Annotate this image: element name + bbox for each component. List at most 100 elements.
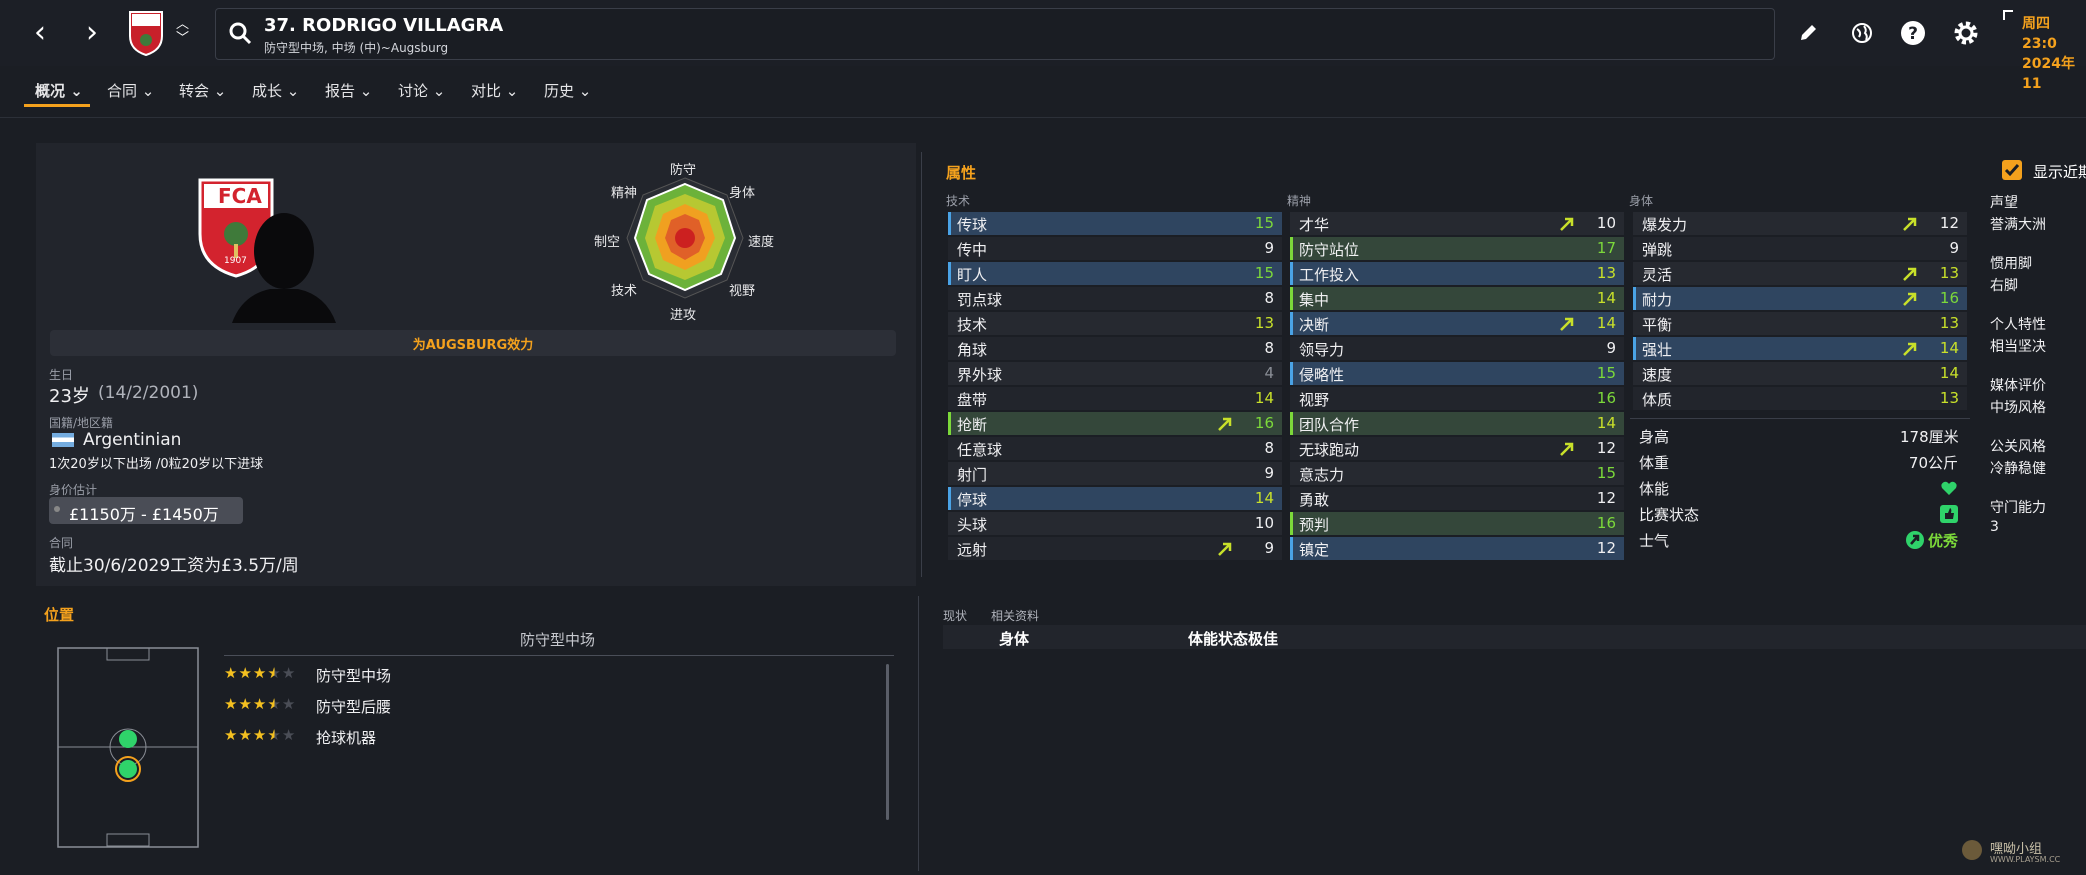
attribute-row[interactable]: 镇定 12 <box>1290 537 1624 560</box>
attribute-row[interactable]: 视野 16 <box>1290 387 1624 410</box>
mental-header: 精神 <box>1287 194 1312 208</box>
attribute-value: 12 <box>1596 489 1616 507</box>
attribute-row-bg <box>1633 362 1967 385</box>
attribute-row[interactable]: 爆发力 12 <box>1633 212 1967 235</box>
attribute-row[interactable]: 角球 8 <box>948 337 1282 360</box>
attribute-row[interactable]: 无球跑动 12 <box>1290 437 1624 460</box>
attribute-value: 10 <box>1254 514 1274 532</box>
attribute-highlight-bar <box>1290 287 1293 310</box>
tab-history[interactable]: 历史 ⌄ <box>544 80 591 101</box>
radar-label-mental: 精神 <box>611 186 638 201</box>
attribute-row[interactable]: 抢断 16 <box>948 412 1282 435</box>
show-recent-checkbox[interactable] <box>2002 160 2022 180</box>
settings-icon[interactable] <box>1951 18 1981 48</box>
attribute-row[interactable]: 决断 14 <box>1290 312 1624 335</box>
attribute-row[interactable]: 传球 15 <box>948 212 1282 235</box>
edit-icon[interactable] <box>1793 18 1823 48</box>
tab-overview[interactable]: 概况 ⌄ <box>35 80 83 101</box>
side-info-value: 冷静稳健 <box>1990 461 2046 477</box>
attribute-row[interactable]: 盘带 14 <box>948 387 1282 410</box>
status-header-row <box>943 625 2086 649</box>
back-icon[interactable]: ‹ <box>28 18 52 48</box>
attribute-value: 9 <box>1949 239 1959 257</box>
globe-icon[interactable] <box>1847 18 1877 48</box>
tab-reports[interactable]: 报告 ⌄ <box>325 80 372 101</box>
pitch-diagram <box>57 647 199 848</box>
attribute-row[interactable]: 勇敢 12 <box>1290 487 1624 510</box>
attribute-highlight-bar <box>1290 362 1293 385</box>
attribute-row[interactable]: 侵略性 15 <box>1290 362 1624 385</box>
position-row[interactable]: ★★★★★ 抢球机器 <box>224 726 524 748</box>
position-title: 位置 <box>44 606 75 624</box>
tab-transfer[interactable]: 转会 ⌄ <box>179 80 226 101</box>
attribute-row[interactable]: 团队合作 14 <box>1290 412 1624 435</box>
plays-for-text: 为AUGSBURG效力 <box>412 338 534 353</box>
attribute-row[interactable]: 停球 14 <box>948 487 1282 510</box>
attribute-row-bg <box>948 512 1282 535</box>
attribute-row[interactable]: 意志力 15 <box>1290 462 1624 485</box>
position-scrollbar[interactable] <box>886 664 889 820</box>
attribute-row-bg <box>1290 537 1624 560</box>
attribute-row[interactable]: 射门 9 <box>948 462 1282 485</box>
search-bar[interactable]: 37. RODRIGO VILLAGRA 防守型中场, 中场 (中)~Augsb… <box>215 8 1775 60</box>
status-tab-current[interactable]: 现状 <box>943 607 967 624</box>
help-icon[interactable]: ? <box>1898 18 1928 48</box>
club-badge[interactable] <box>128 10 164 57</box>
trend-up-arrow-icon <box>1560 216 1574 231</box>
attribute-row[interactable]: 任意球 8 <box>948 437 1282 460</box>
value-pill[interactable]: £1150万 - £1450万 <box>49 497 243 524</box>
attribute-row[interactable]: 才华 10 <box>1290 212 1624 235</box>
radar-label-aerial: 制空 <box>594 235 621 250</box>
player-title: 37. RODRIGO VILLAGRA <box>264 15 504 36</box>
attribute-row[interactable]: 罚点球 8 <box>948 287 1282 310</box>
status-tab-related[interactable]: 相关资料 <box>991 607 1039 624</box>
trend-up-arrow-icon <box>1903 266 1917 281</box>
attribute-row[interactable]: 强壮 14 <box>1633 337 1967 360</box>
side-info-value: 相当坚决 <box>1990 339 2046 355</box>
attribute-row[interactable]: 耐力 16 <box>1633 287 1967 310</box>
trend-up-arrow-icon <box>1218 416 1232 431</box>
info-label: 比赛状态 <box>1639 506 1700 524</box>
attribute-name: 领导力 <box>1299 341 1345 359</box>
attribute-value: 16 <box>1596 514 1616 532</box>
attribute-name: 盘带 <box>957 391 988 409</box>
attribute-highlight-bar <box>1290 537 1293 560</box>
attribute-value: 14 <box>1939 364 1959 382</box>
attribute-name: 集中 <box>1299 291 1330 309</box>
attribute-row[interactable]: 工作投入 13 <box>1290 262 1624 285</box>
attribute-row[interactable]: 速度 14 <box>1633 362 1967 385</box>
attribute-value: 8 <box>1264 289 1274 307</box>
attribute-highlight-bar <box>1633 287 1636 310</box>
side-info-label: 个人特性 <box>1990 317 2046 333</box>
forward-icon[interactable]: › <box>80 18 104 48</box>
tab-discussion[interactable]: 讨论 ⌄ <box>398 80 445 101</box>
attribute-row-bg <box>1290 387 1624 410</box>
attribute-row[interactable]: 灵活 13 <box>1633 262 1967 285</box>
attribute-row[interactable]: 体质 13 <box>1633 387 1967 410</box>
youth-caps: 1次20岁以下出场 /0粒20岁以下进球 <box>49 457 264 472</box>
attribute-row[interactable]: 弹跳 9 <box>1633 237 1967 260</box>
attribute-row[interactable]: 预判 16 <box>1290 512 1624 535</box>
attribute-row[interactable]: 头球 10 <box>948 512 1282 535</box>
attribute-row[interactable]: 传中 9 <box>948 237 1282 260</box>
attribute-row-bg <box>948 262 1282 285</box>
attribute-row[interactable]: 远射 9 <box>948 537 1282 560</box>
tab-bar: 概况 ⌄ 合同 ⌄ 转会 ⌄ 成长 ⌄ 报告 ⌄ 讨论 ⌄ 对比 ⌄ 历史 ⌄ <box>0 70 2086 118</box>
attribute-row[interactable]: 集中 14 <box>1290 287 1624 310</box>
attribute-row-bg <box>948 212 1282 235</box>
attribute-row[interactable]: 界外球 4 <box>948 362 1282 385</box>
tab-development[interactable]: 成长 ⌄ <box>252 80 299 101</box>
attributes-title: 属性 <box>946 164 977 182</box>
attribute-row[interactable]: 领导力 9 <box>1290 337 1624 360</box>
tab-contract[interactable]: 合同 ⌄ <box>107 80 154 101</box>
attribute-row[interactable]: 防守站位 17 <box>1290 237 1624 260</box>
attribute-row-bg <box>948 237 1282 260</box>
position-row[interactable]: ★★★★★ 防守型后腰 <box>224 695 524 717</box>
up-down-icon[interactable]: ︿ ﹀ <box>176 18 189 46</box>
attribute-highlight-bar <box>1290 412 1293 435</box>
attribute-row[interactable]: 盯人 15 <box>948 262 1282 285</box>
tab-compare[interactable]: 对比 ⌄ <box>471 80 518 101</box>
attribute-row[interactable]: 技术 13 <box>948 312 1282 335</box>
position-row[interactable]: ★★★★★ 防守型中场 <box>224 664 524 686</box>
attribute-row[interactable]: 平衡 13 <box>1633 312 1967 335</box>
